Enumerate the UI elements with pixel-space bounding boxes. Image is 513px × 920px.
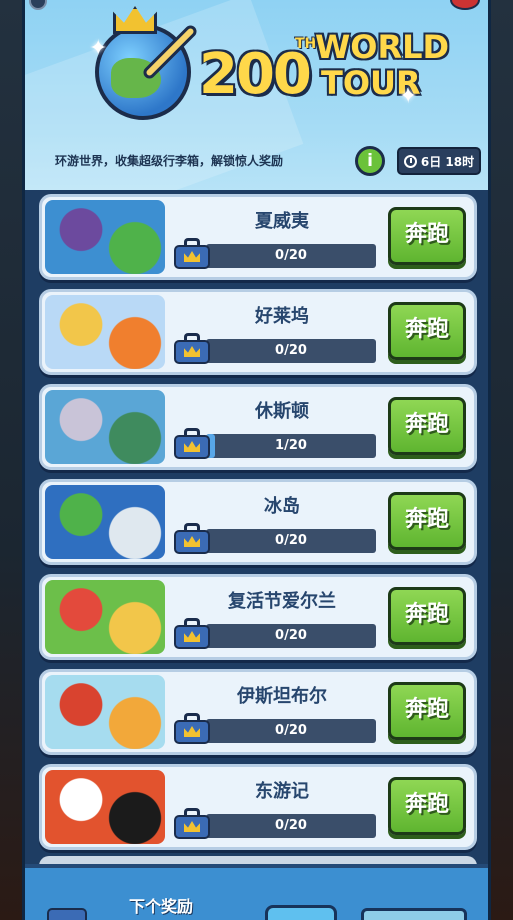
- sparkle-icon: ✦: [89, 36, 108, 61]
- reward-footer: 下个奖励: [25, 864, 488, 920]
- destination-card[interactable]: 冰岛 0/20 奔跑: [39, 479, 477, 565]
- destination-name: 好莱坞: [255, 306, 309, 327]
- world-tour-logo: 200 TH WORLD TOUR: [95, 6, 449, 126]
- back-button[interactable]: [29, 0, 47, 10]
- crown-suitcase-icon: [174, 427, 210, 459]
- suitcase-progress-bar: 0/20: [206, 719, 376, 743]
- logo-number: 200: [199, 42, 312, 107]
- destination-name: 夏威夷: [255, 211, 309, 232]
- event-tagline: 环游世界，收集超级行李箱，解锁惊人奖励: [55, 154, 284, 168]
- run-button[interactable]: 奔跑: [388, 302, 466, 360]
- run-button[interactable]: 奔跑: [388, 587, 466, 645]
- destination-name: 冰岛: [264, 496, 300, 517]
- reward-claim-button[interactable]: [361, 908, 467, 920]
- run-button[interactable]: 奔跑: [388, 777, 466, 835]
- crown-suitcase-icon: [174, 237, 210, 269]
- crown-suitcase-icon: [174, 332, 210, 364]
- crown-suitcase-icon: [174, 617, 210, 649]
- destination-artwork: [45, 200, 165, 274]
- destination-artwork: [45, 485, 165, 559]
- destination-card[interactable]: 好莱坞 0/20 奔跑: [39, 289, 477, 375]
- suitcase-progress-bar: 0/20: [206, 339, 376, 363]
- destination-card[interactable]: 东游记 0/20 奔跑: [39, 764, 477, 850]
- destination-artwork: [45, 295, 165, 369]
- stopwatch-icon: [403, 154, 417, 168]
- next-reward-label: 下个奖励: [129, 897, 194, 916]
- destination-artwork: [45, 390, 165, 464]
- crown-suitcase-icon: [174, 807, 210, 839]
- suitcase-progress-bar: 0/20: [206, 244, 376, 268]
- crown-suitcase-icon: [174, 522, 210, 554]
- event-header: 200 TH WORLD TOUR ✦ ✦ 环游世界，收集超级行李箱，解锁惊人奖…: [25, 0, 488, 190]
- run-button[interactable]: 奔跑: [388, 207, 466, 265]
- progress-text: 0/20: [275, 343, 307, 358]
- crown-icon: [113, 6, 157, 34]
- reward-preview-button[interactable]: [265, 905, 337, 920]
- destination-card[interactable]: 伊斯坦布尔 0/20 奔跑: [39, 669, 477, 755]
- run-button[interactable]: 奔跑: [388, 492, 466, 550]
- event-timer: 6日 18时: [397, 147, 481, 175]
- run-button[interactable]: 奔跑: [388, 682, 466, 740]
- destination-name: 复活节爱尔兰: [228, 591, 336, 612]
- progress-text: 0/20: [275, 533, 307, 548]
- sparkle-icon: ✦: [399, 84, 418, 109]
- timer-text: 6日 18时: [420, 154, 475, 169]
- destination-card[interactable]: 复活节爱尔兰 0/20 奔跑: [39, 574, 477, 660]
- progress-text: 0/20: [275, 248, 307, 263]
- suitcase-progress-bar: 0/20: [206, 529, 376, 553]
- destination-artwork: [45, 770, 165, 844]
- progress-text: 0/20: [275, 723, 307, 738]
- reward-suitcase-icon: [47, 908, 87, 920]
- progress-text: 0/20: [275, 628, 307, 643]
- crown-suitcase-icon: [174, 712, 210, 744]
- destination-artwork: [45, 675, 165, 749]
- suitcase-progress-bar: 1/20: [206, 434, 376, 458]
- destination-name: 东游记: [255, 781, 309, 802]
- logo-world: WORLD: [315, 28, 450, 66]
- close-button[interactable]: [450, 0, 480, 10]
- destination-name: 伊斯坦布尔: [237, 686, 327, 707]
- destination-artwork: [45, 580, 165, 654]
- suitcase-progress-bar: 0/20: [206, 814, 376, 838]
- info-button[interactable]: i: [355, 146, 385, 176]
- destination-name: 休斯顿: [255, 401, 309, 422]
- destination-card[interactable]: 夏威夷 0/20 奔跑: [39, 194, 477, 280]
- run-button[interactable]: 奔跑: [388, 397, 466, 455]
- suitcase-progress-bar: 0/20: [206, 624, 376, 648]
- world-tour-panel: 200 TH WORLD TOUR ✦ ✦ 环游世界，收集超级行李箱，解锁惊人奖…: [22, 0, 491, 920]
- progress-text: 0/20: [275, 818, 307, 833]
- destination-card[interactable]: 休斯顿 1/20 奔跑: [39, 384, 477, 470]
- progress-text: 1/20: [275, 438, 307, 453]
- logo-suffix: TH: [295, 36, 317, 52]
